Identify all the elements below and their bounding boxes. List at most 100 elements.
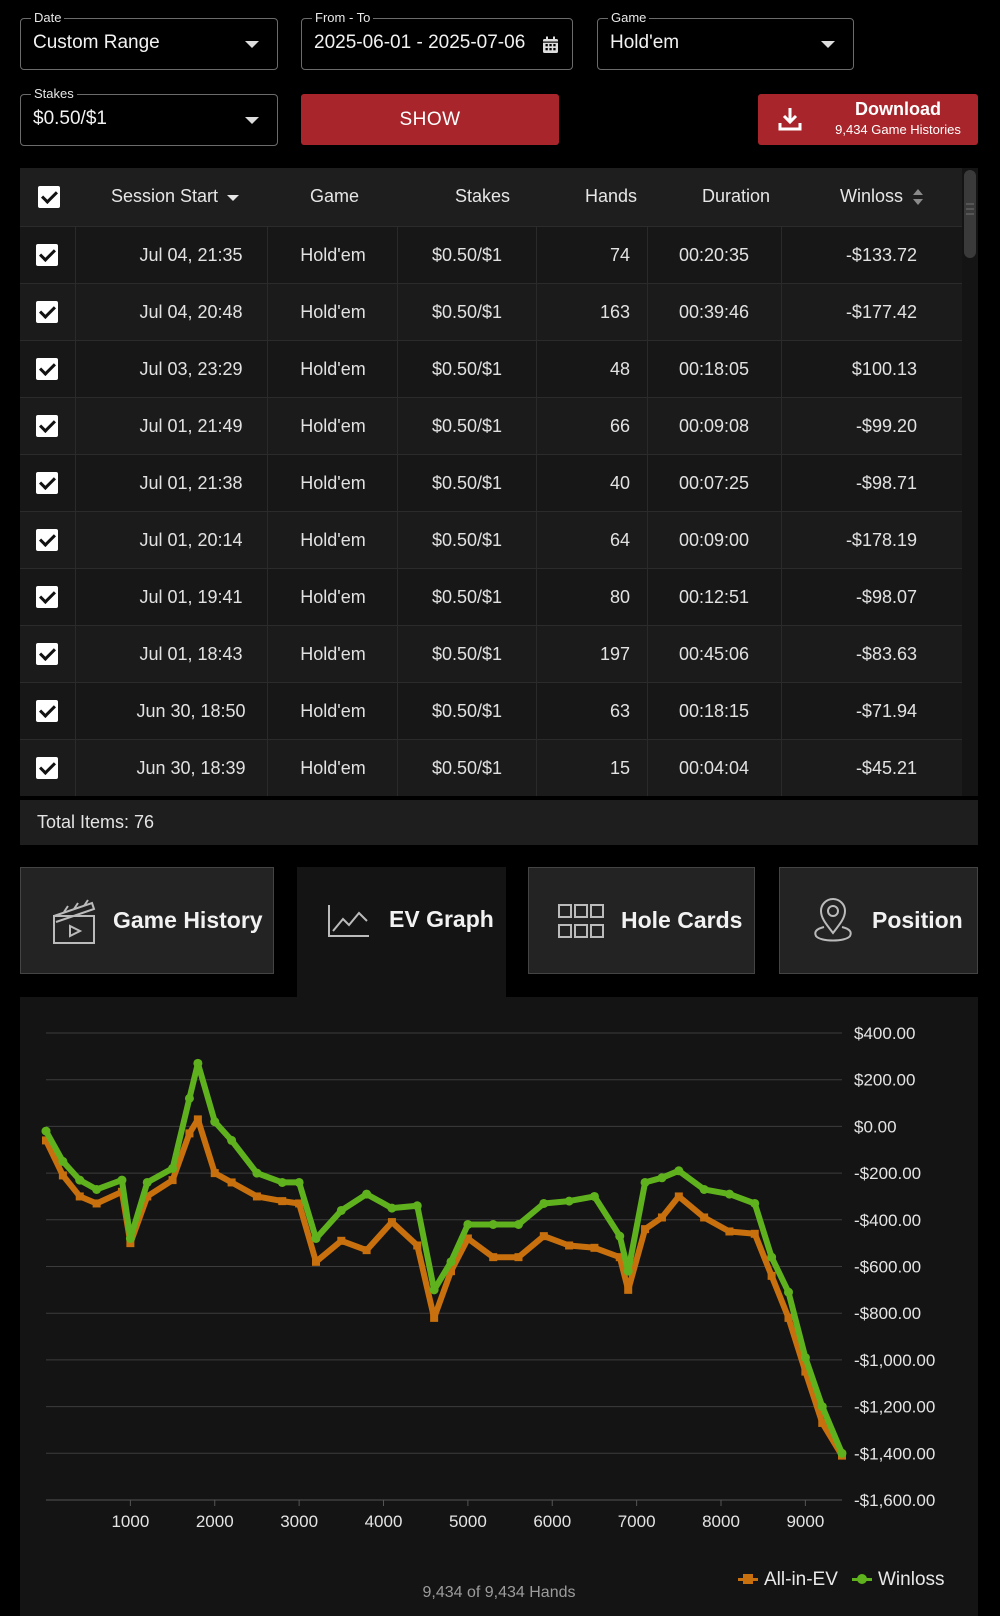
ev-data-point	[185, 1129, 194, 1138]
cell-hands: 64	[609, 530, 630, 550]
ev-data-point	[784, 1313, 793, 1322]
y-tick-label: -$1,200.00	[854, 1398, 935, 1417]
calendar-icon[interactable]	[542, 36, 559, 54]
cell-duration: 00:09:00	[678, 530, 750, 550]
header-duration[interactable]: Duration	[702, 186, 770, 207]
stakes-value: $0.50/$1	[33, 108, 107, 129]
winloss-data-point	[615, 1231, 625, 1241]
tab-game-history[interactable]: Game History	[20, 867, 274, 974]
header-hands[interactable]: Hands	[585, 186, 637, 207]
row-checkbox[interactable]	[36, 358, 58, 380]
winloss-data-point	[227, 1135, 237, 1145]
sessions-table: Session Start Game Stakes Hands Duration…	[20, 168, 978, 796]
winloss-data-point	[429, 1285, 439, 1295]
row-checkbox[interactable]	[36, 643, 58, 665]
row-checkbox[interactable]	[36, 301, 58, 323]
winloss-data-point	[800, 1353, 810, 1363]
row-checkbox[interactable]	[36, 472, 58, 494]
legend-winloss[interactable]: Winloss	[852, 1569, 945, 1591]
winloss-data-point	[699, 1184, 709, 1194]
cell-session-start: Jul 01, 21:38	[139, 473, 243, 493]
x-tick-label: 4000	[365, 1512, 403, 1531]
table-row[interactable]: Jul 04, 20:48 Hold'em $0.50/$1 163 00:39:46-…	[20, 283, 962, 341]
ev-line-chart: $400.00 $200.00 $0.00 -$200.00 -$400.00 -$600…	[41, 1024, 935, 1531]
ev-data-point	[193, 1115, 202, 1124]
cell-duration: 00:07:25	[678, 473, 750, 493]
ev-data-point	[413, 1241, 422, 1250]
column-divider	[75, 455, 76, 512]
cell-duration: 00:20:35	[678, 245, 750, 265]
scroll-grip	[966, 208, 974, 210]
winloss-data-point	[724, 1189, 734, 1199]
column-divider	[75, 569, 76, 626]
tab-position[interactable]: Position	[779, 867, 978, 974]
table-row[interactable]: Jul 01, 18:43 Hold'em $0.50/$1 197 00:45:06-…	[20, 625, 962, 683]
scroll-grip	[966, 213, 974, 215]
winloss-data-point	[92, 1184, 102, 1194]
tab-ev-graph[interactable]: EV Graph	[297, 867, 506, 997]
column-divider	[75, 398, 76, 455]
winloss-data-point	[193, 1058, 203, 1068]
ev-data-point	[430, 1313, 439, 1322]
row-checkbox[interactable]	[36, 757, 58, 779]
cell-winloss: -$98.71	[855, 473, 917, 493]
winloss-data-point	[564, 1196, 574, 1206]
sort-icon	[913, 189, 924, 206]
tab-game-history-label: Game History	[113, 907, 263, 933]
header-session-start[interactable]: Session Start	[111, 186, 240, 207]
show-button[interactable]: SHOW	[301, 94, 559, 145]
x-tick-label: 7000	[618, 1512, 656, 1531]
x-tick-label: 5000	[449, 1512, 487, 1531]
chevron-down-icon	[821, 41, 835, 48]
ev-data-point	[58, 1171, 67, 1180]
cell-hands: 40	[609, 473, 630, 493]
scroll-grip	[966, 203, 974, 205]
row-checkbox[interactable]	[36, 586, 58, 608]
table-row[interactable]: Jul 04, 21:35 Hold'em $0.50/$1 74 00:20:35 -$…	[20, 226, 962, 284]
legend-green-marker	[852, 1574, 872, 1585]
x-tick-label: 9000	[786, 1512, 824, 1531]
column-divider	[75, 341, 76, 398]
date-label: Date	[31, 10, 65, 26]
legend-orange-marker	[738, 1574, 758, 1585]
header-winloss[interactable]: Winloss	[840, 186, 924, 207]
x-tick-label: 6000	[533, 1512, 571, 1531]
table-row[interactable]: Jul 01, 19:41 Hold'em $0.50/$1 80 00:12:51 -$…	[20, 568, 962, 626]
table-row[interactable]: Jun 30, 18:50 Hold'em $0.50/$1 63 00:18:15 -$…	[20, 682, 962, 740]
column-divider	[75, 683, 76, 740]
ev-data-point	[657, 1213, 666, 1222]
winloss-data-point	[75, 1175, 85, 1185]
winloss-data-point	[168, 1163, 178, 1173]
clapperboard-icon	[53, 899, 96, 944]
row-checkbox[interactable]	[36, 244, 58, 266]
tab-hole-cards-label: Hole Cards	[621, 907, 743, 933]
y-tick-label: -$400.00	[854, 1211, 921, 1230]
tab-position-label: Position	[872, 907, 963, 933]
cell-duration: 00:18:15	[678, 701, 750, 721]
table-row[interactable]: Jul 01, 21:49 Hold'em $0.50/$1 66 00:09:08 -$…	[20, 397, 962, 455]
row-checkbox[interactable]	[36, 529, 58, 551]
table-scrollbar[interactable]	[962, 168, 978, 796]
y-tick-label: $0.00	[854, 1117, 897, 1136]
game-select[interactable]: Game Hold'em	[597, 10, 854, 70]
table-row[interactable]: Jul 01, 21:38 Hold'em $0.50/$1 40 00:07:25 -$…	[20, 454, 962, 512]
row-checkbox[interactable]	[36, 415, 58, 437]
row-checkbox[interactable]	[36, 700, 58, 722]
cell-duration: 00:45:06	[678, 644, 750, 664]
legend-all-in-ev[interactable]: All-in-EV	[738, 1569, 838, 1591]
table-row[interactable]: Jul 01, 20:14 Hold'em $0.50/$1 64 00:09:00 -$…	[20, 511, 962, 569]
table-row[interactable]: Jun 30, 18:39 Hold'em $0.50/$1 15 00:04:04 -$…	[20, 739, 962, 796]
cell-winloss: $100.13	[851, 359, 917, 379]
header-stakes[interactable]: Stakes	[455, 186, 510, 207]
x-tick-label: 3000	[280, 1512, 318, 1531]
date-select[interactable]: Date Custom Range	[20, 10, 278, 70]
tab-hole-cards[interactable]: Hole Cards	[528, 867, 755, 974]
download-button[interactable]: Download 9,434 Game Histories	[758, 94, 978, 145]
table-row[interactable]: Jul 03, 23:29 Hold'em $0.50/$1 48 00:18:05 $1…	[20, 340, 962, 398]
header-game[interactable]: Game	[310, 186, 359, 207]
cell-session-start: Jul 03, 23:29	[139, 359, 243, 379]
date-range-picker[interactable]: From - To 2025-06-01 - 2025-07-06	[301, 10, 573, 70]
date-range-value: 2025-06-01 - 2025-07-06	[314, 32, 526, 53]
stakes-select[interactable]: Stakes $0.50/$1	[20, 86, 278, 146]
select-all-checkbox[interactable]	[38, 186, 60, 208]
